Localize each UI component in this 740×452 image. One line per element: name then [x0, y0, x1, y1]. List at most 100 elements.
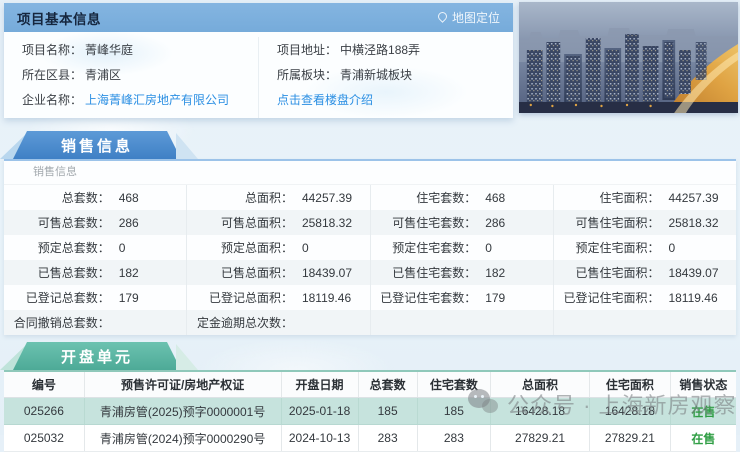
- opening-header-cell: 预售许可证/房地产权证: [84, 372, 281, 397]
- opening-cell: 283: [417, 425, 491, 451]
- sales-cell-value: 468: [119, 191, 139, 205]
- field-label: 企业名称：: [22, 91, 82, 108]
- opening-table-body: 025266青浦房管(2025)预字0000001号2025-01-181851…: [4, 398, 736, 452]
- sales-cell: 已售总面积： 18439.07: [186, 260, 369, 285]
- sales-cell-label: 定金逾期总次数：: [187, 314, 293, 331]
- basic-info-card: 项目基本信息 地图定位 项目名称： 菁峰华庭 所在区县： 青浦区 企业名称： 上…: [4, 3, 513, 118]
- field-company: 企业名称： 上海菁峰汇房地产有限公司: [4, 87, 258, 112]
- opening-cell: 16428.18: [589, 398, 670, 424]
- sales-cell-value: 286: [119, 216, 139, 230]
- opening-table-header: 编号预售许可证/房地产权证开盘日期总套数住宅套数总面积住宅面积销售状态: [4, 372, 736, 398]
- opening-cell: 025032: [4, 425, 84, 451]
- sales-row: 合同撤销总套数：定金逾期总次数：: [4, 310, 736, 335]
- sales-cell-value: 179: [119, 291, 139, 305]
- field-value: 青浦区: [85, 66, 121, 83]
- sales-row: 可售总套数：286可售总面积：25818.32可售住宅套数：286可售住宅面积：…: [4, 210, 736, 235]
- field-value: 中横泾路188弄: [340, 41, 420, 58]
- sales-cell-value: 182: [485, 266, 505, 280]
- project-intro-link[interactable]: 点击查看楼盘介绍: [277, 91, 373, 108]
- tab-opening-units[interactable]: 开盘单元: [13, 342, 181, 370]
- tab-sales-info[interactable]: 销售信息: [13, 131, 181, 159]
- sales-cell: 可售总套数：286: [4, 210, 186, 235]
- sales-cell-value: 0: [302, 241, 309, 255]
- opening-header-cell: 销售状态: [670, 372, 736, 397]
- sales-cell-label: 已登记住宅套数：: [371, 289, 477, 306]
- sales-cell-label: 预定总套数：: [4, 239, 110, 256]
- sales-cell-label: 总套数：: [4, 189, 110, 206]
- field-plate: 所属板块： 青浦新城板块: [259, 62, 513, 87]
- sales-cell-value: 18119.46: [668, 291, 717, 305]
- tab-accent-shape: [176, 133, 198, 159]
- sales-cell-value: 25818.32: [668, 216, 718, 230]
- map-locate-label: 地图定位: [452, 9, 500, 26]
- basic-info-left-column: 项目名称： 菁峰华庭 所在区县： 青浦区 企业名称： 上海菁峰汇房地产有限公司: [4, 37, 258, 118]
- sales-cell-value: 18439.07: [668, 266, 718, 280]
- opening-cell: 16428.18: [490, 398, 589, 424]
- sales-cell: 预定总套数：0: [4, 235, 186, 260]
- field-address: 项目地址： 中横泾路188弄: [259, 37, 513, 62]
- opening-header-cell: 总面积: [490, 372, 589, 397]
- company-link[interactable]: 上海菁峰汇房地产有限公司: [85, 91, 229, 108]
- sales-cell-label: 已售总套数：: [4, 264, 110, 281]
- map-locate-link[interactable]: 地图定位: [438, 9, 500, 26]
- sales-cell-value: 44257.39: [302, 191, 352, 205]
- field-label: 所属板块：: [277, 66, 337, 83]
- sales-cell-label: 已售住宅面积：: [554, 264, 660, 281]
- sales-row: 总套数：468总面积：44257.39住宅套数：468住宅面积：44257.39: [4, 185, 736, 210]
- project-photo: [519, 2, 738, 113]
- sales-table-body: 总套数：468总面积：44257.39住宅套数：468住宅面积：44257.39…: [4, 185, 736, 335]
- opening-cell: 2025-01-18: [281, 398, 358, 424]
- opening-cell: 青浦房管(2025)预字0000001号: [84, 398, 281, 424]
- sales-cell-value: 18439.07: [302, 266, 352, 280]
- sales-cell: 住宅套数：468: [370, 185, 553, 210]
- sales-cell: 已售住宅套数： 182: [370, 260, 553, 285]
- opening-table-row[interactable]: 025032青浦房管(2024)预字0000290号2024-10-132832…: [4, 425, 736, 452]
- sales-cell: 已登记住宅套数：179: [370, 285, 553, 310]
- basic-info-header-bar: 项目基本信息 地图定位: [4, 3, 513, 32]
- opening-cell: 283: [358, 425, 417, 451]
- sales-cell: 已售住宅面积： 18439.07: [553, 260, 736, 285]
- sale-status-badge: 在售: [670, 398, 736, 424]
- opening-units-table: 编号预售许可证/房地产权证开盘日期总套数住宅套数总面积住宅面积销售状态 0252…: [4, 370, 736, 452]
- sales-row: 预定总套数：0预定总面积：0预定住宅套数：0预定住宅面积：0: [4, 235, 736, 260]
- sales-cell: 预定总面积：0: [186, 235, 369, 260]
- opening-cell: 青浦房管(2024)预字0000290号: [84, 425, 281, 451]
- sales-cell: 已登记住宅面积：18119.46: [553, 285, 736, 310]
- sales-cell-value: 44257.39: [668, 191, 718, 205]
- sales-info-table: 销售信息 总套数：468总面积：44257.39住宅套数：468住宅面积：442…: [4, 159, 736, 335]
- field-value: 青浦新城板块: [340, 66, 412, 83]
- sales-cell: 合同撤销总套数：: [4, 310, 186, 335]
- opening-cell: 27829.21: [589, 425, 670, 451]
- opening-header-cell: 编号: [4, 372, 84, 397]
- sales-cell-label: 预定住宅套数：: [371, 239, 477, 256]
- sales-cell-label: 已登记总套数：: [4, 289, 110, 306]
- sales-cell-label: 住宅面积：: [554, 189, 660, 206]
- sales-cell: 可售住宅面积：25818.32: [553, 210, 736, 235]
- sales-cell-label: 已售住宅套数：: [371, 264, 477, 281]
- opening-table-row[interactable]: 025266青浦房管(2025)预字0000001号2025-01-181851…: [4, 398, 736, 425]
- sales-cell-label: 已售总面积：: [187, 264, 293, 281]
- field-label: 所在区县：: [22, 66, 82, 83]
- sales-cell-label: 预定住宅面积：: [554, 239, 660, 256]
- map-pin-icon: [436, 10, 449, 23]
- sales-cell: 已登记总套数： 179: [4, 285, 186, 310]
- sales-cell-value: 182: [119, 266, 139, 280]
- sales-cell-label: 住宅套数：: [371, 189, 477, 206]
- sales-cell: [553, 310, 736, 335]
- sales-cell-label: 可售总面积：: [187, 214, 293, 231]
- sales-cell: 可售总面积：25818.32: [186, 210, 369, 235]
- sales-cell-value: 0: [485, 241, 492, 255]
- sales-cell: 已登记总面积：18119.46: [186, 285, 369, 310]
- field-value: 菁峰华庭: [85, 41, 133, 58]
- field-label: 项目地址：: [277, 41, 337, 58]
- sales-cell-label: 已登记总面积：: [187, 289, 293, 306]
- opening-cell: 185: [417, 398, 491, 424]
- opening-cell: 27829.21: [490, 425, 589, 451]
- sales-info-tab-bar: 销售信息: [0, 131, 740, 159]
- sales-cell: 定金逾期总次数：: [186, 310, 369, 335]
- sale-status-badge: 在售: [670, 425, 736, 451]
- sales-cell: [370, 310, 553, 335]
- basic-info-right-column: 项目地址： 中横泾路188弄 所属板块： 青浦新城板块 点击查看楼盘介绍: [258, 37, 513, 118]
- sales-cell-value: 286: [485, 216, 505, 230]
- sales-cell: 预定住宅面积：0: [553, 235, 736, 260]
